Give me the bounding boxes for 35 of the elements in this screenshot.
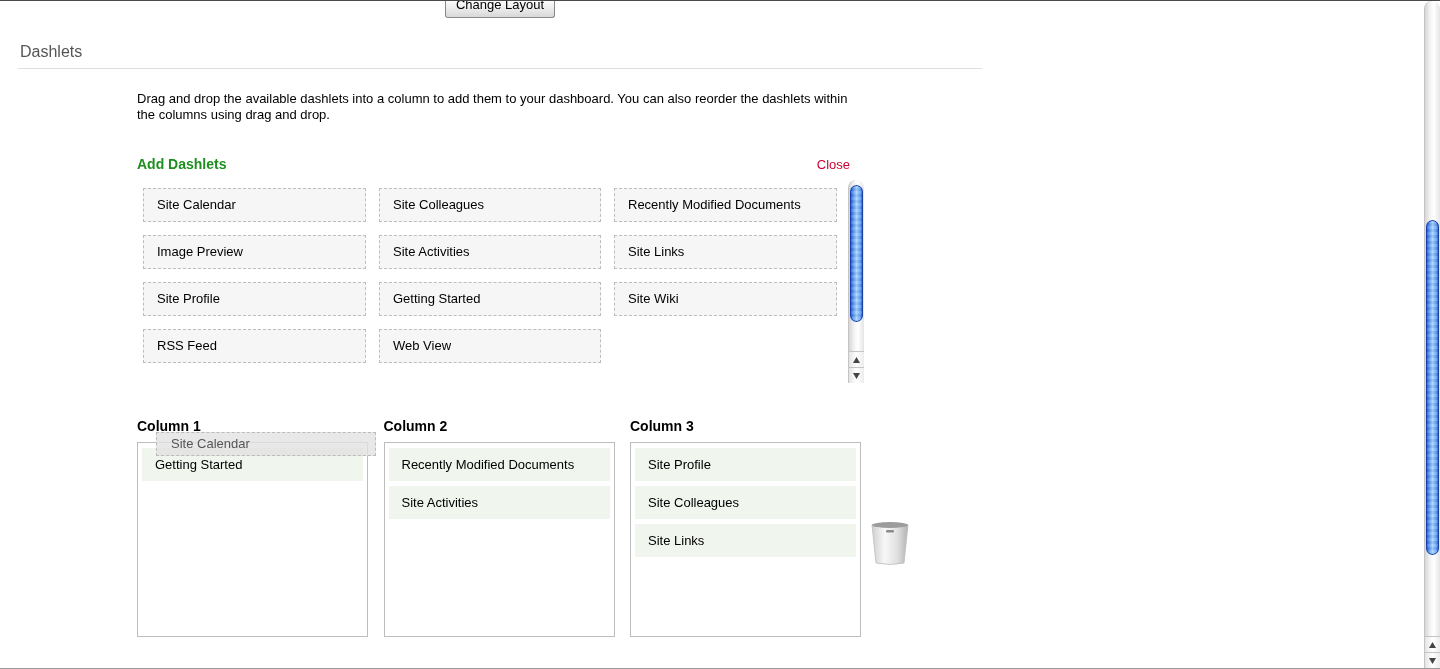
dashlet-tile[interactable]: Site Calendar	[143, 188, 366, 222]
scrollbar-thumb[interactable]	[1426, 220, 1439, 555]
dashlet-tile[interactable]: Web View	[379, 329, 601, 363]
section-title: Dashlets	[20, 43, 83, 60]
triangle-up-icon	[1429, 641, 1436, 648]
dashlet-tile[interactable]: Site Activities	[379, 235, 601, 269]
dashlet-tile[interactable]: RSS Feed	[143, 329, 366, 363]
dashlet-tile[interactable]: Getting Started	[379, 282, 601, 316]
scrollbar-thumb[interactable]	[850, 185, 863, 322]
scroll-down-button[interactable]	[848, 367, 864, 383]
dragged-dashlet[interactable]: Site Calendar	[156, 432, 376, 456]
dashlet-tile[interactable]: Site Profile	[143, 282, 366, 316]
column-title: Column 3	[630, 418, 695, 435]
dashlet-item[interactable]: Site Activities	[388, 486, 610, 519]
scroll-down-button[interactable]	[1424, 652, 1440, 668]
column-title: Column 1	[137, 418, 202, 435]
dashlet-tile[interactable]: Site Colleagues	[379, 188, 601, 222]
dashlet-item[interactable]: Recently Modified Documents	[388, 448, 610, 481]
panel-title: Add Dashlets	[137, 156, 227, 172]
column-title: Column 2	[383, 418, 449, 435]
triangle-down-icon	[1429, 657, 1436, 664]
triangle-down-icon	[853, 372, 860, 379]
trash-icon[interactable]	[870, 520, 910, 566]
instructions-text: Drag and drop the available dashlets into a column to add them to your dashboard. You can also reorder the dashlets within the columns using drag and drop.	[137, 91, 849, 123]
close-link[interactable]: Close	[816, 156, 850, 172]
dashlet-item[interactable]: Site Colleagues	[635, 486, 856, 519]
dashlet-item[interactable]: Site Links	[635, 524, 856, 557]
dashlet-tile[interactable]: Site Links	[614, 235, 837, 269]
dashlet-item[interactable]: Site Profile	[635, 448, 856, 481]
dashlet-tile[interactable]: Recently Modified Documents	[614, 188, 837, 222]
scroll-up-button[interactable]	[1424, 636, 1440, 652]
dashlet-tile[interactable]: Site Wiki	[614, 282, 837, 316]
dashlet-tile[interactable]: Image Preview	[143, 235, 366, 269]
scroll-up-button[interactable]	[848, 351, 864, 367]
triangle-up-icon	[853, 356, 860, 363]
